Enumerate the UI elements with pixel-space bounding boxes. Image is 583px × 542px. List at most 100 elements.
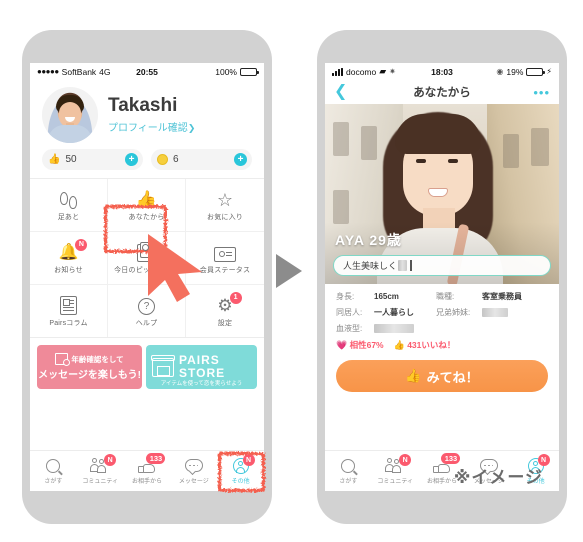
tab-label: コミュニティ (82, 479, 119, 485)
left-status-bar: ●●●●● SoftBank 4G 20:55 100% (30, 63, 264, 80)
left-tabbar: さがす N コミュニティ 133 お相手から メッセージ N その他 (30, 450, 264, 491)
age-verification-banner[interactable]: 年齢確認をして メッセージを楽しもう! (37, 345, 142, 389)
attribute-key: 同居人: (336, 308, 363, 317)
coin-icon (157, 154, 168, 165)
chat-bubble-icon (184, 457, 203, 474)
grid-item-column[interactable]: Pairsコラム (30, 285, 108, 337)
redacted-value (482, 308, 508, 317)
grid-item-from-you[interactable]: 👍 あなたから (108, 179, 186, 232)
attribute-key: 身長: (336, 292, 355, 301)
tab-search[interactable]: さがす (30, 451, 77, 491)
attribute-row: 同居人: 一人暮らし 兄弟姉妹: (336, 307, 548, 318)
battery-icon (526, 67, 546, 76)
status-badge: N (75, 238, 88, 251)
pairs-store-banner[interactable]: PAIRS STORE アイテムを使って恋を実らせよう (146, 345, 257, 389)
redacted-text (398, 260, 408, 271)
tab-search[interactable]: さがす (325, 451, 372, 491)
attribute-key: 血液型: (336, 324, 363, 333)
add-likes-button[interactable]: + (125, 153, 138, 166)
grid-item-footprints[interactable]: 足あと (30, 179, 108, 232)
chevron-right-icon: ❯ (187, 122, 196, 133)
profile-check-link[interactable]: プロフィール確認❯ (108, 119, 195, 134)
message-input[interactable]: 人生美味しく (333, 255, 551, 276)
tab-community[interactable]: N コミュニティ (372, 451, 419, 491)
thumbs-up-icon: 👍 (405, 368, 422, 383)
redacted-value (374, 324, 414, 333)
banner-line1: 年齢確認をして (71, 354, 124, 364)
tab-community[interactable]: N コミュニティ (77, 451, 124, 491)
tab-messages[interactable]: メッセージ (170, 451, 217, 491)
attribute-row: 身長: 165cm 職種: 客室乗務員 (336, 291, 548, 302)
location-icon: ◉ (496, 67, 504, 76)
screenshot-stage: ●●●●● SoftBank 4G 20:55 100% Takashi プロフ… (0, 0, 583, 542)
search-icon (46, 457, 61, 474)
attribute-value: 一人暮らし (374, 308, 414, 317)
thumbs-up-outline-icon: 👍 (135, 189, 158, 209)
text-caret (410, 260, 412, 271)
search-icon (341, 457, 356, 474)
people-icon: N (90, 454, 117, 474)
bell-icon: 🔔 N (59, 238, 88, 262)
grid-label: Pairsコラム (49, 319, 88, 327)
profile-name-age: AYA 29歳 (335, 232, 402, 248)
thumbs-up-icon: 👍 (393, 340, 405, 350)
heart-icon: 💗 (336, 340, 348, 350)
image-note-label: ※イメージ (453, 468, 543, 487)
right-phone-screen: docomo ▰ ✷ 18:03 ◉ 19% ⚡ ❮ あなたから ••• AYA… (325, 63, 559, 491)
tab-label: お相手から (131, 479, 162, 485)
tab-label: コミュニティ (377, 479, 414, 485)
profile-attributes: 身長: 165cm 職種: 客室乗務員 同居人: 一人暮らし 兄弟姉妹: 血液型… (325, 284, 559, 351)
profile-header[interactable]: Takashi プロフィール確認❯ (30, 80, 264, 147)
hand-thumb-icon: 133 (138, 453, 166, 474)
right-phone-frame: docomo ▰ ✷ 18:03 ◉ 19% ⚡ ❮ あなたから ••• AYA… (317, 30, 567, 524)
message-text: 人生美味しく (343, 261, 398, 271)
coins-count: 6 (173, 154, 179, 165)
store-icon (151, 354, 175, 377)
grid-label: お知らせ (54, 266, 83, 274)
status-badge: N (104, 454, 117, 466)
charging-icon: ⚡ (546, 67, 552, 76)
like-button[interactable]: 👍 みてね！ (336, 360, 548, 392)
grid-label: お気に入り (207, 213, 243, 221)
tab-other[interactable]: N その他 (217, 451, 264, 491)
banner-line2: メッセージを楽しもう! (38, 370, 141, 381)
tab-label: その他 (231, 479, 250, 485)
right-navbar: ❮ あなたから ••• (325, 80, 559, 104)
tab-label: さがす (339, 479, 358, 485)
attribute-row: 血液型: (336, 323, 548, 334)
id-check-icon (55, 353, 71, 366)
hand-thumb-icon: 133 (433, 453, 461, 474)
grid-label: あなたから (128, 213, 165, 221)
grid-item-notices[interactable]: 🔔 N お知らせ (30, 232, 108, 285)
add-coins-button[interactable]: + (234, 153, 247, 166)
star-icon: ☆ (216, 189, 234, 210)
coins-counter[interactable]: 6 + (151, 149, 252, 170)
grid-item-favorites[interactable]: ☆ お気に入り (186, 179, 264, 232)
profile-stats: 💗 相性67% 👍 431いいね！ (336, 339, 548, 351)
battery-percent: 100% (215, 66, 237, 77)
cursor-arrow-icon (148, 234, 202, 302)
thumbs-up-icon: 👍 (48, 154, 61, 165)
right-status-bar: docomo ▰ ✷ 18:03 ◉ 19% ⚡ (325, 63, 559, 80)
avatar[interactable] (42, 87, 98, 143)
grid-label: 設定 (217, 319, 233, 327)
more-options-button[interactable]: ••• (533, 86, 550, 99)
tab-from-partner[interactable]: 133 お相手から (124, 451, 171, 491)
tab-label: さがす (44, 479, 63, 485)
compatibility-label: 相性67% (349, 340, 384, 350)
grid-label: ヘルプ (135, 319, 158, 327)
status-badge: N (399, 454, 412, 466)
likes-counter[interactable]: 👍 50 + (42, 149, 143, 170)
likes-count: 50 (65, 154, 77, 165)
status-badge: N (242, 454, 255, 466)
store-title-line2: STORE (179, 366, 226, 380)
attribute-key: 兄弟姉妹: (436, 308, 471, 317)
profile-photo[interactable]: AYA 29歳 人生美味しく (325, 104, 559, 284)
counters-row: 👍 50 + 6 + (30, 147, 264, 178)
page-title: あなたから (413, 87, 471, 99)
left-status-right: 100% (215, 66, 259, 77)
profile-check-label: プロフィール確認 (108, 122, 188, 134)
attribute-key: 職種: (436, 292, 455, 301)
tab-label: お相手から (426, 479, 457, 485)
attribute-value: 客室乗務員 (482, 292, 522, 301)
